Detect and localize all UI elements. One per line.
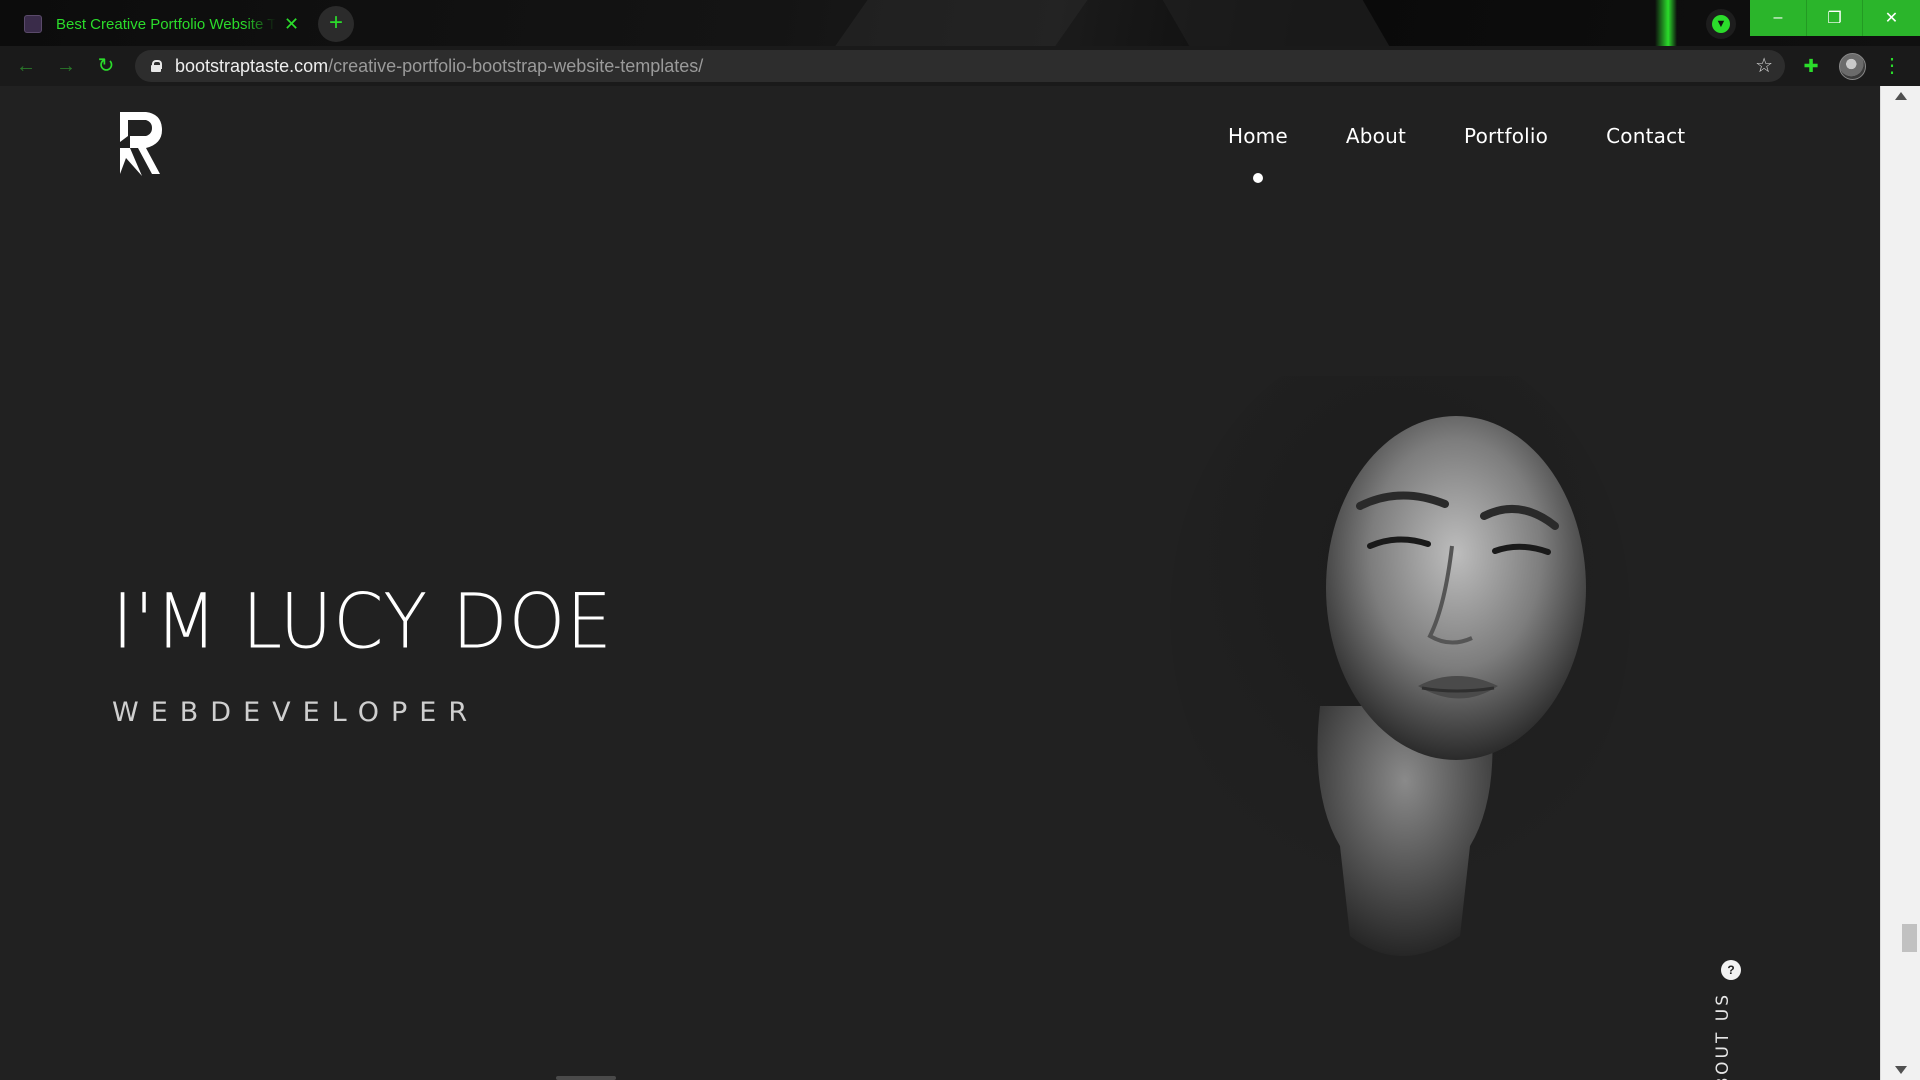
favicon-icon — [24, 15, 42, 33]
titlebar-theme-glow — [1655, 0, 1677, 46]
titlebar-theme-shape — [818, 0, 1102, 46]
site-logo[interactable] — [116, 106, 168, 180]
close-window-button[interactable]: ✕ — [1862, 0, 1920, 36]
nav-about[interactable]: About — [1346, 124, 1406, 148]
url-domain: bootstraptaste.com — [175, 55, 329, 76]
nav-home-label: Home — [1228, 124, 1288, 148]
bookmark-star-icon[interactable]: ☆ — [1755, 53, 1773, 78]
maximize-button[interactable]: ❐ — [1806, 0, 1862, 36]
help-icon: ? — [1721, 960, 1741, 980]
browser-menu-icon[interactable]: ⋮ — [1882, 55, 1902, 77]
nav-home[interactable]: Home — [1228, 124, 1288, 183]
lock-icon[interactable] — [151, 60, 162, 72]
extensions-puzzle-icon[interactable]: ✚ — [1800, 55, 1822, 77]
about-us-vertical-label: ABOUT US — [1713, 992, 1733, 1080]
reload-icon[interactable]: ↻ — [92, 52, 120, 80]
nav-contact-label: Contact — [1606, 124, 1686, 148]
shield-icon: ▼ — [1712, 15, 1730, 33]
shield-extension-icon[interactable]: ▼ — [1706, 9, 1736, 39]
hero-title: I'M LUCY DOE — [112, 576, 613, 666]
tab-title: Best Creative Portfolio Website Template… — [56, 15, 276, 33]
forward-arrow-icon[interactable]: → — [52, 52, 80, 80]
nav-about-label: About — [1345, 124, 1407, 148]
scrollbar-thumb[interactable] — [1902, 924, 1917, 952]
scroll-down-icon[interactable] — [1895, 1066, 1907, 1074]
hero-portrait-image — [1170, 376, 1630, 956]
main-nav: Home About Portfolio Contact — [1228, 124, 1685, 183]
active-indicator-dot — [1252, 173, 1263, 183]
profile-avatar[interactable] — [1839, 53, 1866, 80]
browser-titlebar: Best Creative Portfolio Website Template… — [0, 0, 1920, 46]
new-tab-button[interactable]: + — [318, 6, 354, 42]
address-bar[interactable]: bootstraptaste.com/creative-portfolio-bo… — [135, 50, 1785, 82]
minimize-button[interactable]: – — [1750, 0, 1806, 36]
about-us-side-link[interactable]: ? ABOUT US — [1708, 960, 1758, 1080]
browser-toolbar: ← → ↻ bootstraptaste.com/creative-portfo… — [0, 46, 1920, 86]
nav-contact[interactable]: Contact — [1606, 124, 1685, 148]
scroll-hint-bar — [556, 1076, 616, 1080]
nav-portfolio-label: Portfolio — [1464, 124, 1549, 148]
hero-subtitle: WEBDEVELOPER — [112, 697, 480, 728]
close-icon[interactable]: ✕ — [284, 14, 299, 35]
scroll-up-icon[interactable] — [1895, 92, 1907, 100]
back-arrow-icon[interactable]: ← — [12, 52, 40, 80]
page-scrollbar[interactable] — [1880, 86, 1920, 1080]
web-page: Home About Portfolio Contact I'M LUCY DO… — [0, 86, 1880, 1080]
browser-tab[interactable]: Best Creative Portfolio Website Template… — [12, 6, 312, 42]
nav-portfolio[interactable]: Portfolio — [1464, 124, 1548, 148]
titlebar-theme-shape — [1156, 0, 1404, 46]
url-path: /creative-portfolio-bootstrap-website-te… — [328, 55, 704, 76]
